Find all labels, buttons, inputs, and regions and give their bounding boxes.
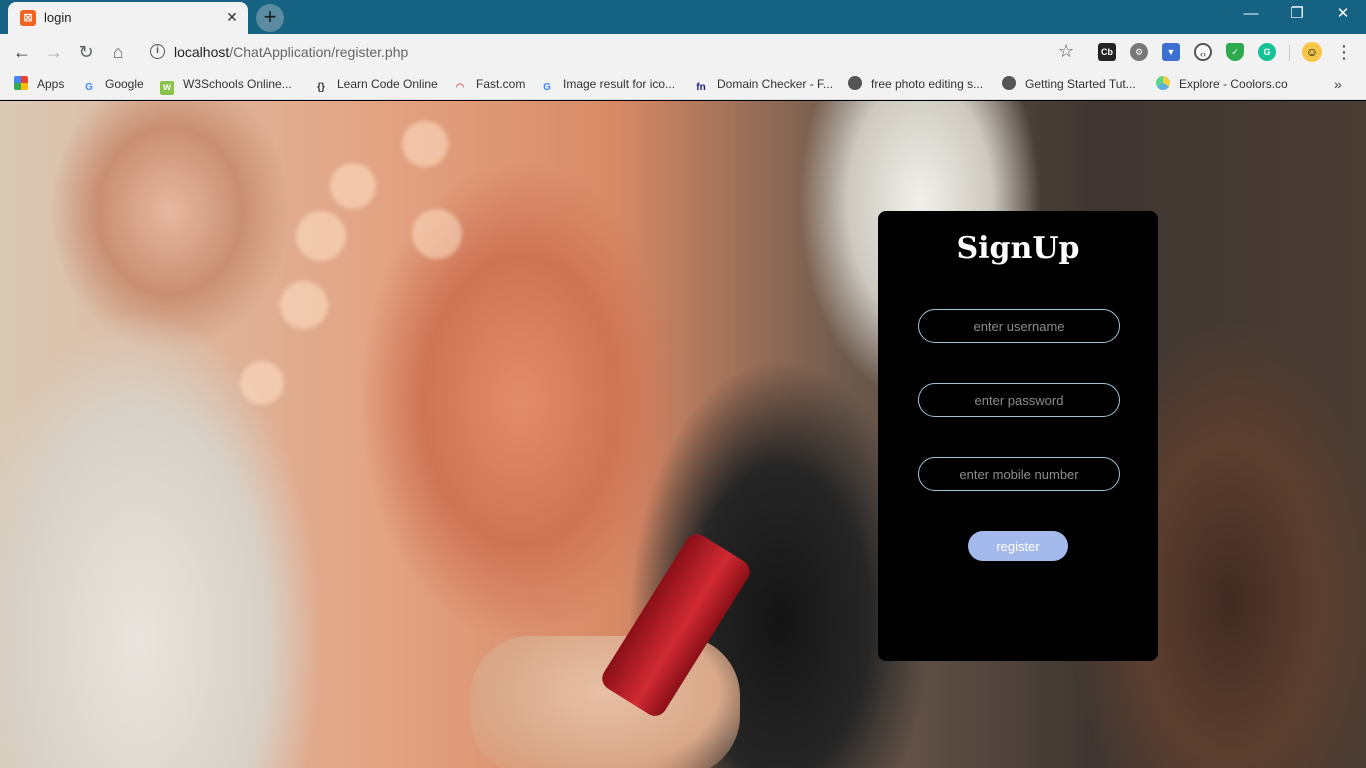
- address-bar[interactable]: i localhost/ChatApplication/register.php…: [140, 37, 1090, 67]
- tab-title: login: [44, 10, 72, 25]
- bookmark-label: Domain Checker - F...: [717, 77, 834, 91]
- close-icon[interactable]: ✕: [224, 9, 240, 25]
- bokeh-light: [280, 281, 328, 329]
- bookmark-label: Explore - Coolors.co: [1179, 77, 1288, 91]
- bookmark-label: Google: [105, 77, 144, 91]
- learncode-icon: {}: [317, 82, 325, 93]
- url-path: /ChatApplication/register.php: [229, 44, 409, 60]
- bookmark-label: Getting Started Tut...: [1025, 77, 1136, 91]
- url-text[interactable]: localhost/ChatApplication/register.php: [174, 44, 408, 60]
- shield-extension-icon[interactable]: ✓: [1226, 43, 1244, 61]
- signup-card: SignUp register: [878, 211, 1158, 661]
- minimize-button[interactable]: —: [1228, 0, 1274, 30]
- new-tab-button[interactable]: +: [256, 4, 284, 32]
- bookmark-learn-code[interactable]: {} Learn Code Online: [314, 76, 438, 94]
- bokeh-light: [240, 361, 284, 405]
- gear-extension-icon[interactable]: ⚙: [1130, 43, 1148, 61]
- hand-shape: [470, 636, 740, 768]
- kebab-menu-icon[interactable]: ⋮: [1334, 40, 1354, 64]
- username-field[interactable]: [918, 309, 1120, 343]
- url-host: localhost: [174, 44, 230, 60]
- bookmark-label: Apps: [37, 77, 65, 91]
- bokeh-light: [412, 209, 462, 259]
- bookmark-w3schools[interactable]: w W3Schools Online...: [160, 76, 292, 95]
- globe-icon: [1002, 76, 1016, 90]
- bookmark-fast[interactable]: ◠ Fast.com: [453, 76, 525, 94]
- bookmark-image-result[interactable]: G Image result for ico...: [540, 76, 675, 94]
- bookmark-label: Fast.com: [476, 77, 526, 91]
- profile-avatar[interactable]: ☺: [1302, 42, 1322, 62]
- background-photo: SignUp register: [0, 101, 1366, 768]
- globe-icon: [848, 76, 862, 90]
- info-icon[interactable]: i: [150, 44, 165, 59]
- signup-title: SignUp: [956, 231, 1080, 266]
- cb-extension-icon[interactable]: Cb: [1098, 43, 1116, 61]
- bookmark-label: free photo editing s...: [871, 77, 984, 91]
- bookmark-label: W3Schools Online...: [183, 77, 292, 91]
- browser-toolbar: ← → ↻ ⌂ i localhost/ChatApplication/regi…: [0, 34, 1366, 70]
- bookmark-label: Image result for ico...: [563, 77, 676, 91]
- fn-icon: fn: [696, 82, 706, 93]
- reload-icon[interactable]: ↻: [74, 40, 98, 64]
- bokeh-light: [330, 163, 376, 209]
- home-icon[interactable]: ⌂: [106, 40, 130, 64]
- coolors-icon: [1156, 76, 1170, 90]
- browser-tab[interactable]: ⊠ login ✕: [8, 2, 248, 34]
- back-arrow-icon[interactable]: ←: [10, 40, 34, 64]
- bookmark-star-icon[interactable]: ☆: [1058, 41, 1074, 62]
- bokeh-light: [402, 121, 448, 167]
- bookmark-label: Learn Code Online: [337, 77, 438, 91]
- toolbar-divider: [1289, 45, 1290, 61]
- window-close-button[interactable]: ✕: [1320, 0, 1366, 30]
- fast-icon: ◠: [456, 82, 464, 93]
- bookmark-google[interactable]: G Google: [82, 76, 144, 94]
- mobile-number-field[interactable]: [918, 457, 1120, 491]
- bookmarks-bar: Apps G Google w W3Schools Online... {} Lear…: [0, 70, 1366, 100]
- forward-arrow-icon[interactable]: →: [42, 40, 66, 64]
- xampp-icon: ⊠: [20, 10, 36, 26]
- bookmark-domain-checker[interactable]: fn Domain Checker - F...: [694, 76, 833, 94]
- w3schools-icon: w: [160, 81, 174, 95]
- google-icon: G: [543, 82, 551, 93]
- register-button[interactable]: register: [968, 531, 1068, 561]
- bookmarks-more-icon[interactable]: »: [1334, 76, 1342, 92]
- password-field[interactable]: [918, 383, 1120, 417]
- bookmark-apps[interactable]: Apps: [14, 76, 64, 94]
- grammarly-extension-icon[interactable]: G: [1258, 43, 1276, 61]
- bookmark-coolors[interactable]: Explore - Coolors.co: [1156, 76, 1288, 94]
- apps-grid-icon: [14, 76, 28, 90]
- save-extension-icon[interactable]: ▼: [1162, 43, 1180, 61]
- google-icon: G: [85, 82, 93, 93]
- bookmark-photo-editing[interactable]: free photo editing s...: [848, 76, 983, 94]
- code-extension-icon[interactable]: ‹›: [1194, 43, 1212, 61]
- bookmark-getting-started[interactable]: Getting Started Tut...: [1002, 76, 1136, 94]
- maximize-button[interactable]: ❐: [1274, 0, 1320, 30]
- browser-titlebar: ⊠ login ✕ + — ❐ ✕: [0, 0, 1366, 34]
- bokeh-light: [296, 211, 346, 261]
